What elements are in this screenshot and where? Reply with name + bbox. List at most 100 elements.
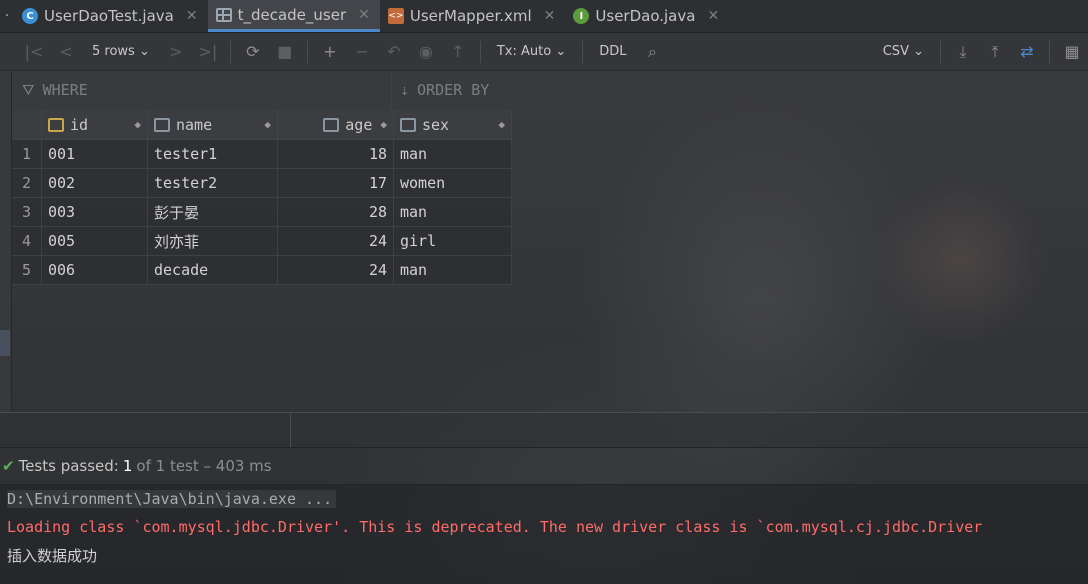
cell-name[interactable]: decade [148,256,278,285]
table-row[interactable]: 3 003 彭于晏 28 man [12,198,512,227]
tab-label: UserDao.java [595,7,696,25]
cell-id[interactable]: 003 [42,198,148,227]
toolbar-separator [1049,40,1050,63]
cell-age[interactable]: 18 [278,140,394,169]
result-grid: id ◆ name ◆ age ◆ sex ◆ 1 001 tester1 18… [12,110,512,285]
cell-age[interactable]: 17 [278,169,394,198]
compare-icon[interactable]: ⇄ [1011,42,1043,61]
cell-id[interactable]: 005 [42,227,148,256]
tab-usermapper[interactable]: <> UserMapper.xml ✕ [380,0,566,32]
cell-id[interactable]: 002 [42,169,148,198]
console-warning: Loading class `com.mysql.jdbc.Driver'. T… [7,518,983,536]
row-number: 5 [12,256,42,285]
view-options-icon[interactable]: ▦ [1056,42,1088,61]
cell-sex[interactable]: girl [394,227,512,256]
rows-selector[interactable]: 5 rows ⌄ [82,44,160,59]
close-icon[interactable]: ✕ [358,7,370,23]
cell-age[interactable]: 24 [278,256,394,285]
tab-label: UserMapper.xml [409,7,532,25]
primary-key-icon [48,117,64,132]
previous-page-icon[interactable]: < [50,42,82,61]
cell-name[interactable]: 刘亦菲 [148,227,278,256]
order-by-filter[interactable]: ⇣ ORDER BY [392,81,489,99]
table-row[interactable]: 5 006 decade 24 man [12,256,512,285]
cell-sex[interactable]: man [394,198,512,227]
sort-toggle-icon[interactable]: ◆ [498,118,505,131]
xml-file-icon: <> [387,8,404,24]
column-header-sex[interactable]: sex ◆ [394,110,512,140]
search-icon[interactable]: ⌕ [637,42,669,62]
run-console[interactable]: D:\Environment\Java\bin\java.exe ... Loa… [0,484,1088,584]
upload-icon[interactable]: ⤒ [979,42,1011,62]
close-icon[interactable]: ✕ [186,8,198,24]
console-output: 插入数据成功 [7,546,98,565]
row-number: 3 [12,198,42,227]
toolbar-separator [582,40,584,63]
table-row[interactable]: 1 001 tester1 18 man [12,140,512,169]
cell-id[interactable]: 006 [42,256,148,285]
toolbar-separator [479,40,481,63]
column-label: id [70,115,89,134]
reload-icon[interactable]: ⟳ [237,42,269,61]
table-row[interactable]: 2 002 tester2 17 women [12,169,512,198]
cell-sex[interactable]: women [394,169,512,198]
panel-splitter[interactable] [0,412,1088,448]
cell-name[interactable]: tester2 [148,169,278,198]
order-by-label: ORDER BY [417,81,490,99]
tab-t-decade-user[interactable]: t_decade_user ✕ [207,0,380,32]
test-status-bar: ✔ Tests passed: 1 of 1 test – 403 ms [0,452,1088,480]
column-label: age [345,115,373,134]
next-page-icon[interactable]: > [160,42,192,61]
cell-sex[interactable]: man [394,256,512,285]
preview-changes-icon[interactable]: ◉ [410,42,442,61]
cell-age[interactable]: 24 [278,227,394,256]
column-header-age[interactable]: age ◆ [278,110,394,140]
cell-name[interactable]: tester1 [148,140,278,169]
table-row[interactable]: 4 005 刘亦菲 24 girl [12,227,512,256]
interface-i-icon: I [573,8,590,24]
grid-header: id ◆ name ◆ age ◆ sex ◆ [12,110,512,140]
export-format-selector[interactable]: CSV ⌄ [873,44,934,59]
table-icon [215,7,232,22]
last-page-icon[interactable]: >| [192,42,224,61]
left-gutter [0,72,12,412]
submit-icon[interactable]: ↑ [442,42,474,61]
stop-icon[interactable]: ■ [269,42,301,61]
close-icon[interactable]: ✕ [707,8,719,24]
download-icon[interactable]: ⤓ [947,42,979,62]
gutter-marker [0,330,10,356]
cell-name[interactable]: 彭于晏 [148,198,278,227]
cell-id[interactable]: 001 [42,140,148,169]
tests-summary: of 1 test – 403 ms [136,457,272,475]
filter-icon: ⛛ [22,81,35,99]
tx-mode-selector[interactable]: Tx: Auto ⌄ [487,44,576,59]
toolbar-separator [940,40,941,63]
editor-tab-bar: · C UserDaoTest.java ✕ t_decade_user ✕ <… [0,0,1088,33]
row-number: 1 [12,140,42,169]
cell-age[interactable]: 28 [278,198,394,227]
export-format-label: CSV [882,44,909,59]
sort-toggle-icon[interactable]: ◆ [380,118,387,131]
column-header-id[interactable]: id ◆ [42,110,148,140]
sort-toggle-icon[interactable]: ◆ [264,118,271,131]
row-number: 2 [12,169,42,198]
ddl-button[interactable]: DDL [589,44,636,59]
vertical-divider [290,413,291,447]
toolbar-separator [306,40,308,63]
tab-userdao[interactable]: I UserDao.java ✕ [565,0,729,32]
row-number-header [12,110,42,140]
delete-row-icon[interactable]: − [346,42,378,61]
where-filter[interactable]: ⛛ WHERE [0,72,392,108]
cell-sex[interactable]: man [394,140,512,169]
console-command[interactable]: D:\Environment\Java\bin\java.exe ... [7,490,337,508]
sort-toggle-icon[interactable]: ◆ [134,118,141,131]
first-page-icon[interactable]: |< [18,42,50,61]
where-label: WHERE [42,81,88,99]
tab-label: UserDaoTest.java [44,7,174,25]
close-icon[interactable]: ✕ [544,8,556,24]
revert-icon[interactable]: ↶ [378,42,410,61]
tests-passed-label: Tests passed: [18,457,119,475]
add-row-icon[interactable]: + [314,42,346,61]
column-header-name[interactable]: name ◆ [148,110,278,140]
tab-userdaotest[interactable]: C UserDaoTest.java ✕ [14,0,208,32]
